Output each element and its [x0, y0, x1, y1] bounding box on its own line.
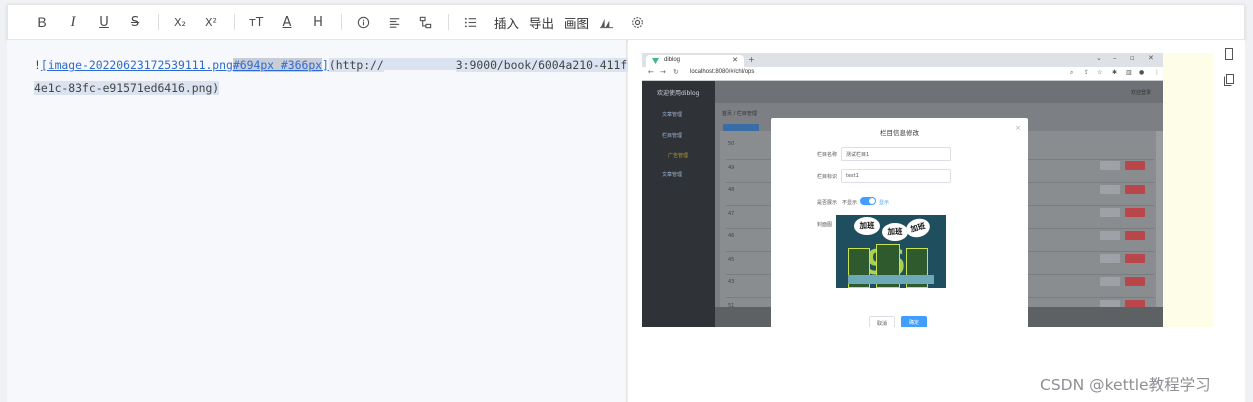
- editor-line: 4e1c-83fc-e91571ed6416.png): [34, 81, 220, 95]
- superscript-button[interactable]: X²: [199, 10, 223, 34]
- toggle-switch: [860, 197, 876, 205]
- image-link-size[interactable]: #694px #366px: [232, 58, 323, 72]
- image-link-name[interactable]: [image-20220623172539111.png: [41, 58, 233, 72]
- browser-tab: diblog ✕: [646, 55, 744, 67]
- underline-button[interactable]: U: [92, 10, 116, 34]
- star-icon: ☆: [1097, 69, 1103, 76]
- draw-menu[interactable]: 画图: [559, 13, 594, 32]
- back-icon: ←: [648, 68, 654, 76]
- strikethrough-button[interactable]: S: [123, 10, 147, 34]
- scrollbar: [1156, 131, 1163, 327]
- app-window: 欢迎使用diblog 文章管理 栏目管理 广告管理 文章管理 欢迎登录 首页 /…: [642, 81, 1163, 327]
- align-icon[interactable]: [382, 10, 406, 34]
- plus-icon: +: [748, 55, 755, 64]
- preview-screenshot-image: diblog ✕ + ⌄ – ▫ ✕ ← → ↻ localhost:8080/#…: [642, 53, 1163, 327]
- toolbar-divider: [158, 14, 159, 30]
- maximize-icon: ▫: [1130, 54, 1135, 62]
- toolbar-divider: [448, 14, 449, 30]
- copy-icon[interactable]: [1223, 72, 1235, 86]
- browser-chrome: diblog ✕ + ⌄ – ▫ ✕ ← → ↻ localhost:8080/#…: [642, 53, 1163, 81]
- toolbar-divider: [341, 14, 342, 30]
- zoom-icon: ⌕: [1070, 69, 1074, 76]
- image-url-start: (http://: [328, 58, 384, 72]
- address-bar: ← → ↻ localhost:8080/#/chl/ops ⌕ ⇪ ☆ ✱ ▥…: [642, 67, 1163, 81]
- watermark: CSDN @kettle教程学习: [1040, 376, 1211, 394]
- more-icon: ⋮: [1154, 69, 1160, 76]
- info-icon[interactable]: [351, 10, 375, 34]
- forward-icon: →: [660, 68, 666, 76]
- editor-page: B I U S X₂ X² тT A H 插入 导出 画图 ![image-20…: [0, 0, 1253, 402]
- app-header: 欢迎登录: [715, 81, 1163, 103]
- list-icon[interactable]: [458, 10, 482, 34]
- sidebar-icon: ▥: [1126, 69, 1132, 76]
- close-icon: ×: [1015, 124, 1021, 132]
- toolbar: B I U S X₂ X² тT A H 插入 导出 画图: [7, 4, 1245, 40]
- share-icon: ⇪: [1084, 69, 1090, 76]
- extension-icon: ✱: [1112, 69, 1118, 76]
- profile-icon: ●: [1139, 69, 1145, 76]
- minimize-icon: –: [1113, 54, 1117, 62]
- cover-image: 996 加班 加班 加班: [836, 215, 946, 288]
- insert-menu[interactable]: 插入: [489, 13, 524, 32]
- vue-logo-icon: [652, 58, 659, 64]
- app-sidebar: 欢迎使用diblog 文章管理 栏目管理 广告管理 文章管理: [642, 81, 715, 327]
- image-url-tail: 4e1c-83fc-e91571ed6416.png): [34, 81, 220, 95]
- close-icon: ✕: [732, 57, 738, 64]
- image-url-end: 3:9000/book/6004a210-411f-: [455, 58, 635, 72]
- bold-button[interactable]: B: [30, 10, 54, 34]
- reload-icon: ↻: [673, 68, 679, 76]
- heading-button[interactable]: H: [306, 10, 330, 34]
- font-color-button[interactable]: A: [275, 10, 299, 34]
- chevron-down-icon: ⌄: [1096, 54, 1102, 62]
- close-icon: ✕: [1148, 54, 1154, 62]
- font-size-button[interactable]: тT: [244, 10, 268, 34]
- settings-icon[interactable]: [625, 10, 649, 34]
- edit-dialog: 栏目信息修改 × 栏目名称 测试栏目1 栏目标识 test1 是否展示 不显示 …: [771, 118, 1028, 327]
- tree-icon[interactable]: [413, 10, 437, 34]
- preview-margin: [1163, 53, 1213, 327]
- subscript-button[interactable]: X₂: [168, 10, 192, 34]
- export-menu[interactable]: 导出: [524, 13, 559, 32]
- redacted-host: [383, 58, 456, 70]
- toolbar-divider: [234, 14, 235, 30]
- chart-icon[interactable]: [594, 10, 618, 34]
- markdown-editor[interactable]: ![image-20220623172539111.png#694px #366…: [7, 40, 635, 402]
- editor-line: ![image-20220623172539111.png#694px #366…: [34, 58, 635, 72]
- italic-button[interactable]: I: [61, 10, 85, 34]
- document-icon[interactable]: [1223, 46, 1235, 60]
